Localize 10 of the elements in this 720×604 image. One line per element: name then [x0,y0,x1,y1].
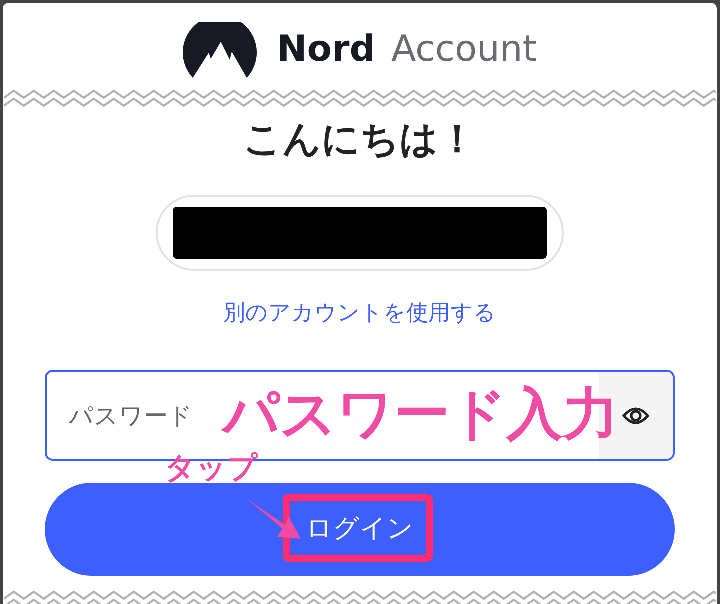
product-name: Account [392,28,537,72]
switch-account-link[interactable]: 別のアカウントを使用する [224,297,496,330]
eye-icon[interactable] [622,406,650,426]
greeting-heading: こんにちは！ [244,116,476,163]
login-button[interactable]: ログイン [45,483,675,576]
email-field[interactable] [156,195,564,271]
password-placeholder: パスワード [69,400,193,432]
brand-name: Nord [277,28,376,72]
mountain-logo-icon [183,22,258,78]
annotation-label: パスワード入力 [223,381,619,449]
